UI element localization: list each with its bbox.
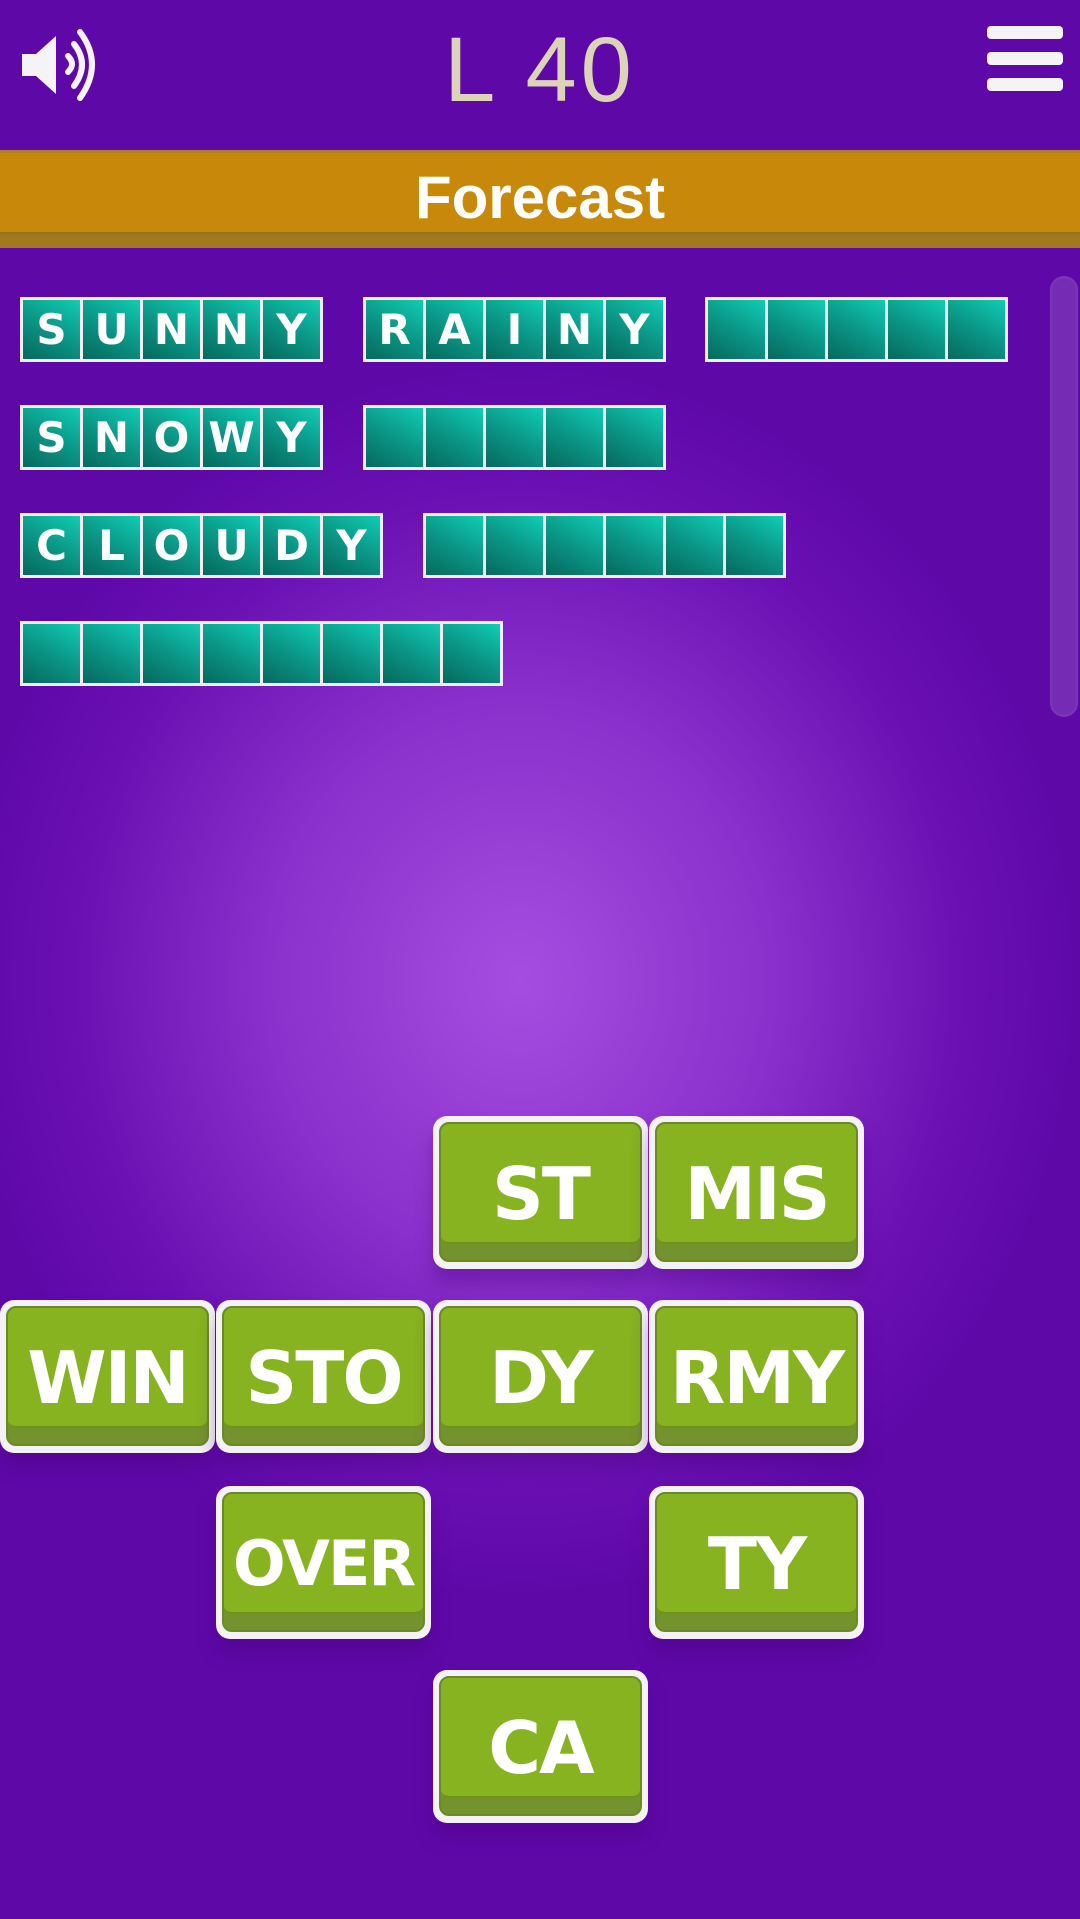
letter-cell [203, 624, 260, 683]
letter-cell [606, 408, 663, 467]
letter-cell: D [263, 516, 320, 575]
letter-cell: U [203, 516, 260, 575]
letter-cell: N [203, 300, 260, 359]
tile-face: ST [439, 1122, 642, 1262]
tile-face: CA [439, 1676, 642, 1816]
solved-word: CLOUDY [20, 513, 383, 578]
letter-cell [606, 516, 663, 575]
solved-word: SNOWY [20, 405, 323, 470]
syllable-tile[interactable]: TY [649, 1486, 864, 1639]
syllable-tile[interactable]: STO [216, 1300, 431, 1453]
tile-label: ST [492, 1152, 591, 1236]
menu-button[interactable] [985, 22, 1067, 94]
tile-label: DY [489, 1336, 594, 1420]
letter-cell [948, 300, 1005, 359]
letter-cell [486, 516, 543, 575]
header: L 40 [0, 0, 1080, 150]
letter-cell [83, 624, 140, 683]
letter-cell: Y [323, 516, 380, 575]
letter-cell: L [83, 516, 140, 575]
letter-cell [708, 300, 765, 359]
letter-cell: W [203, 408, 260, 467]
letter-cell [143, 624, 200, 683]
letter-cell: S [23, 300, 80, 359]
syllable-tile[interactable]: RMY [649, 1300, 864, 1453]
letter-cell [263, 624, 320, 683]
letter-cell: Y [263, 300, 320, 359]
tile-face: MIS [655, 1122, 858, 1262]
empty-word-slot [423, 513, 786, 578]
syllable-tile[interactable]: MIS [649, 1116, 864, 1269]
letter-cell: O [143, 408, 200, 467]
syllable-tile[interactable]: DY [433, 1300, 648, 1453]
letter-cell [323, 624, 380, 683]
letter-cell [383, 624, 440, 683]
tile-label: CA [488, 1706, 595, 1790]
syllable-tile[interactable]: WIN [0, 1300, 215, 1453]
tile-label: STO [245, 1336, 403, 1420]
background [0, 0, 1080, 1919]
letter-cell: S [23, 408, 80, 467]
syllable-tile[interactable]: ST [433, 1116, 648, 1269]
category-title: Forecast [414, 164, 666, 231]
tile-face: TY [655, 1492, 858, 1632]
tile-label: OVER [232, 1527, 416, 1600]
tile-face: DY [439, 1306, 642, 1446]
word-list-scrollbar[interactable] [1050, 276, 1078, 717]
empty-word-slot [705, 297, 1008, 362]
solved-word: SUNNY [20, 297, 323, 362]
letter-cell: I [486, 300, 543, 359]
letter-cell: Y [263, 408, 320, 467]
empty-word-slot [20, 621, 503, 686]
letter-cell: O [143, 516, 200, 575]
tile-face: STO [222, 1306, 425, 1446]
syllable-tile[interactable]: OVER [216, 1486, 431, 1639]
tile-label: WIN [27, 1336, 189, 1420]
tile-face: RMY [655, 1306, 858, 1446]
letter-cell [366, 408, 423, 467]
letter-cell: R [366, 300, 423, 359]
tile-face: WIN [6, 1306, 209, 1446]
letter-cell [426, 516, 483, 575]
letter-cell: U [83, 300, 140, 359]
letter-cell: N [83, 408, 140, 467]
tile-face: OVER [222, 1492, 425, 1632]
letter-cell [486, 408, 543, 467]
letter-cell: N [546, 300, 603, 359]
tile-label: RMY [669, 1336, 845, 1420]
letter-cell [828, 300, 885, 359]
solved-word: RAINY [363, 297, 666, 362]
letter-cell [443, 624, 500, 683]
letter-cell: Y [606, 300, 663, 359]
letter-cell [888, 300, 945, 359]
letter-cell [546, 516, 603, 575]
letter-cell [768, 300, 825, 359]
letter-cell [546, 408, 603, 467]
tile-label: MIS [684, 1152, 830, 1236]
letter-cell: N [143, 300, 200, 359]
empty-word-slot [363, 405, 666, 470]
letter-cell: A [426, 300, 483, 359]
letter-cell [426, 408, 483, 467]
tile-label: TY [707, 1522, 807, 1606]
letter-cell [666, 516, 723, 575]
letter-cell: C [23, 516, 80, 575]
category-banner: Forecast [0, 150, 1080, 248]
letter-cell [23, 624, 80, 683]
letter-cell [726, 516, 783, 575]
level-indicator: L 40 [444, 19, 636, 121]
syllable-tile[interactable]: CA [433, 1670, 648, 1823]
